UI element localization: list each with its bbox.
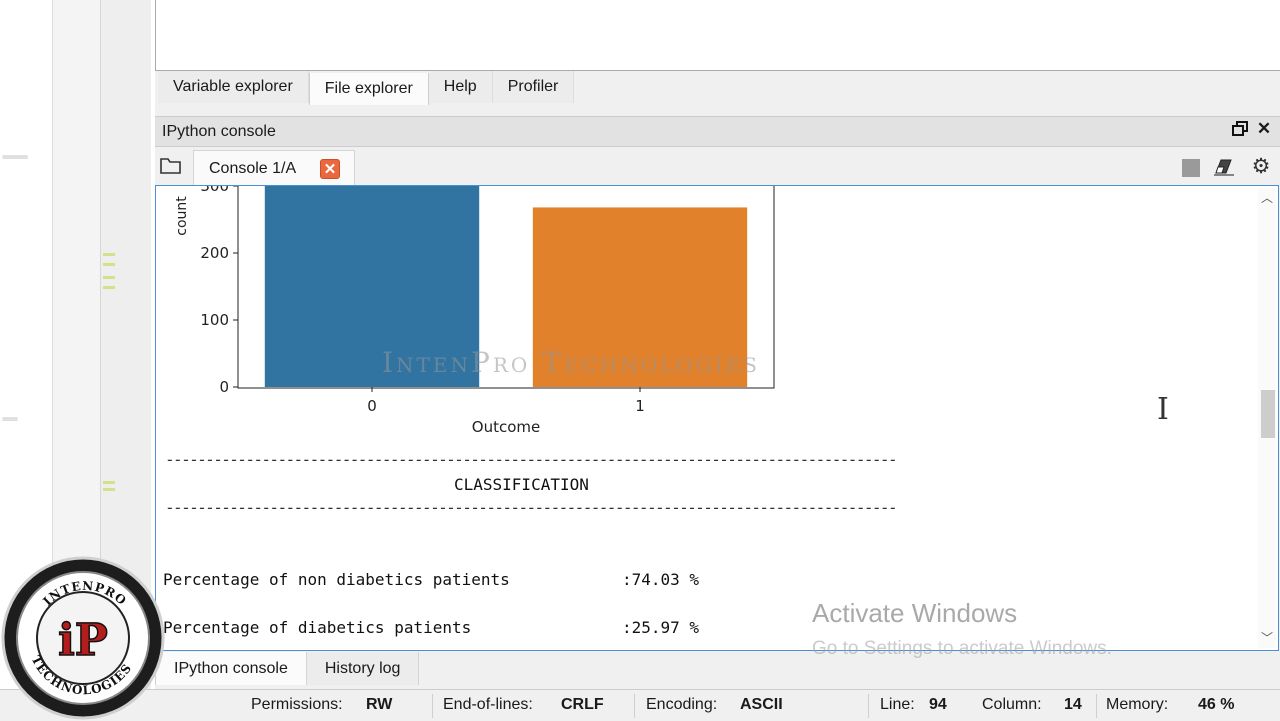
divider-line: ----------------------------------------…: [165, 450, 898, 469]
y-axis-label: count: [174, 196, 190, 236]
divider-line: ----------------------------------------…: [165, 498, 898, 517]
memory-value: 46 %: [1198, 696, 1235, 713]
non-diabetic-label: Percentage of non diabetics patients: [163, 570, 510, 589]
non-diabetic-value: :74.03 %: [622, 570, 700, 589]
explorer-tab-bar: Variable explorer File explorer Help Pro…: [158, 71, 575, 105]
console-output-area[interactable]: 0 100 200 300 0 1 count Outcome ------------…: [155, 185, 1279, 651]
tab-history-log[interactable]: History log: [306, 652, 420, 685]
chevron-down-icon[interactable]: ﹀: [1261, 632, 1273, 644]
watermark: IntenPro Technologies: [382, 346, 760, 379]
tab-file-explorer[interactable]: File explorer: [308, 73, 429, 105]
bottom-tab-bar: IPython console History log: [155, 652, 420, 686]
y-tick-label: 0: [219, 378, 229, 396]
status-divider: [432, 694, 433, 718]
console-tab-bar: Console 1/A ✕ ⚙: [155, 147, 1280, 186]
status-bar: Permissions: RW End-of-lines: CRLF Encod…: [0, 689, 1280, 721]
tab-help[interactable]: Help: [428, 71, 493, 103]
column-value: 14: [1064, 696, 1082, 713]
status-divider: [868, 694, 869, 718]
close-icon[interactable]: ✕: [1256, 120, 1272, 137]
undock-icon[interactable]: [1232, 121, 1248, 137]
gear-icon[interactable]: ⚙: [1250, 156, 1272, 178]
encoding-label: Encoding:: [646, 696, 718, 713]
outcome-countplot: 0 100 200 300 0 1 count Outcome: [174, 186, 775, 436]
chevron-up-icon[interactable]: ︿: [1261, 192, 1273, 204]
warning-marker: [103, 253, 115, 256]
tab-ipython-console[interactable]: IPython console: [155, 652, 307, 685]
text-cursor-icon: I: [1157, 392, 1169, 427]
scrollbar-thumb[interactable]: [1261, 390, 1275, 438]
fold-marker: ===: [2, 414, 18, 425]
classification-heading: CLASSIFICATION: [454, 475, 589, 494]
encoding-value: ASCII: [740, 696, 783, 713]
stop-icon[interactable]: [1182, 159, 1200, 177]
permissions-value: RW: [366, 696, 393, 713]
close-tab-icon[interactable]: ✕: [320, 159, 340, 179]
explorer-pane: [155, 0, 1280, 71]
memory-label: Memory:: [1106, 696, 1169, 713]
y-tick-label: 200: [200, 244, 229, 262]
svg-text:iP: iP: [58, 615, 108, 666]
intenpro-logo: INTENPRO TECHNOLOGIES iP: [1, 556, 165, 720]
permissions-label: Permissions:: [251, 696, 343, 713]
activate-windows-subtitle: Go to Settings to activate Windows.: [812, 638, 1112, 659]
warning-marker: [103, 488, 115, 491]
console-scrollbar[interactable]: ︿ ﹀: [1258, 188, 1276, 648]
folder-icon[interactable]: [160, 157, 182, 175]
line-value: 94: [929, 696, 947, 713]
status-divider: [634, 694, 635, 718]
warning-marker: [103, 286, 115, 289]
warning-marker: [103, 263, 115, 266]
warning-marker: [103, 481, 115, 484]
tab-profiler[interactable]: Profiler: [492, 71, 575, 103]
tab-console-1a[interactable]: Console 1/A ✕: [193, 150, 355, 186]
x-tick-label: 0: [367, 397, 377, 415]
console-tab-label: Console 1/A: [209, 159, 297, 177]
eol-label: End-of-lines:: [443, 696, 533, 713]
fold-marker: =====: [2, 152, 28, 163]
y-tick-label: 300: [200, 186, 229, 195]
line-label: Line:: [880, 696, 915, 713]
diabetic-value: :25.97 %: [622, 618, 700, 637]
eol-value: CRLF: [561, 696, 604, 713]
activate-windows-title: Activate Windows: [812, 598, 1018, 628]
eraser-icon[interactable]: [1212, 157, 1236, 177]
warning-marker: [103, 276, 115, 279]
x-axis-label: Outcome: [472, 418, 540, 436]
pane-title: IPython console: [162, 122, 276, 140]
y-tick-label: 100: [200, 311, 229, 329]
diabetic-label: Percentage of diabetics patients: [163, 618, 472, 637]
x-tick-label: 1: [635, 397, 645, 415]
column-label: Column:: [982, 696, 1042, 713]
tab-variable-explorer[interactable]: Variable explorer: [158, 71, 309, 103]
console-pane-header: IPython console ✕: [155, 116, 1280, 147]
status-divider: [1096, 694, 1097, 718]
